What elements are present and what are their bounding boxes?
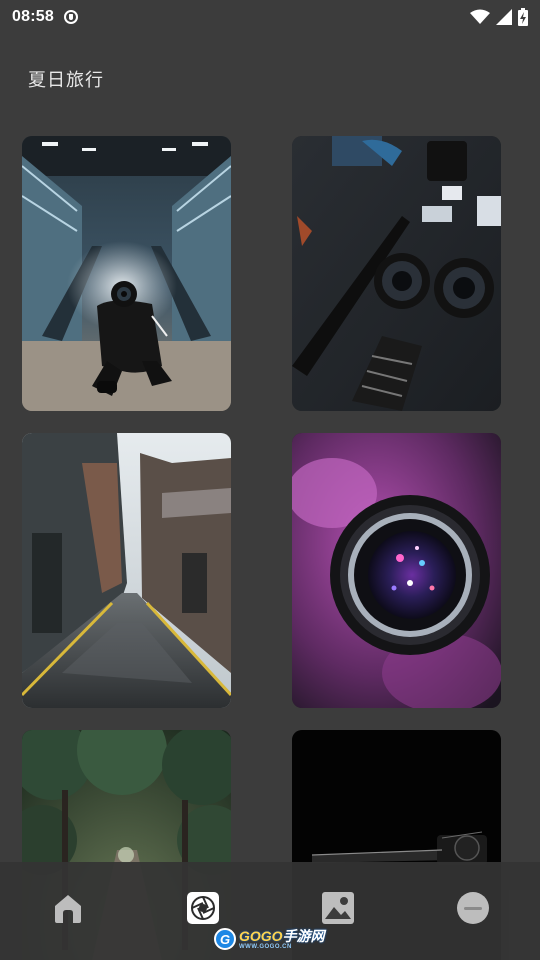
image-icon	[321, 892, 354, 924]
bottom-nav: G GOGO手游网 WWW.GOGO.CN	[0, 862, 540, 960]
nav-camera[interactable]	[181, 886, 225, 930]
profile-icon	[456, 892, 489, 924]
signal-icon	[496, 9, 512, 25]
watermark-brand: GOGO	[239, 927, 283, 944]
watermark-url: WWW.GOGO.CN	[239, 943, 292, 950]
photo-camera-lenses-on-table[interactable]	[292, 136, 501, 411]
watermark-suffix: 手游网	[282, 927, 325, 944]
wifi-icon	[470, 9, 490, 24]
aperture-icon	[186, 892, 219, 924]
nav-gallery[interactable]	[316, 886, 360, 930]
photo-wet-city-alley[interactable]	[22, 433, 231, 708]
gogo-logo-icon: G	[214, 928, 236, 950]
photo-purple-lens-closeup[interactable]	[292, 433, 501, 708]
status-time: 08:58	[12, 8, 54, 25]
photo-escalator-smoke-camera[interactable]	[22, 136, 231, 411]
battery-icon	[518, 8, 528, 26]
nav-profile[interactable]	[451, 886, 495, 930]
gogo-watermark: G GOGO手游网 WWW.GOGO.CN	[214, 928, 325, 950]
shield-icon	[63, 10, 78, 24]
home-icon	[54, 895, 81, 923]
app-screen: 08:58 夏日旅行 G GOGO手游网 WWW.GOGO.CN	[0, 0, 540, 960]
watermark-text: GOGO手游网 WWW.GOGO.CN	[239, 929, 325, 950]
album-title: 夏日旅行	[28, 70, 104, 91]
status-bar: 08:58	[0, 0, 540, 34]
nav-home[interactable]	[46, 886, 90, 930]
status-icons	[470, 8, 528, 26]
